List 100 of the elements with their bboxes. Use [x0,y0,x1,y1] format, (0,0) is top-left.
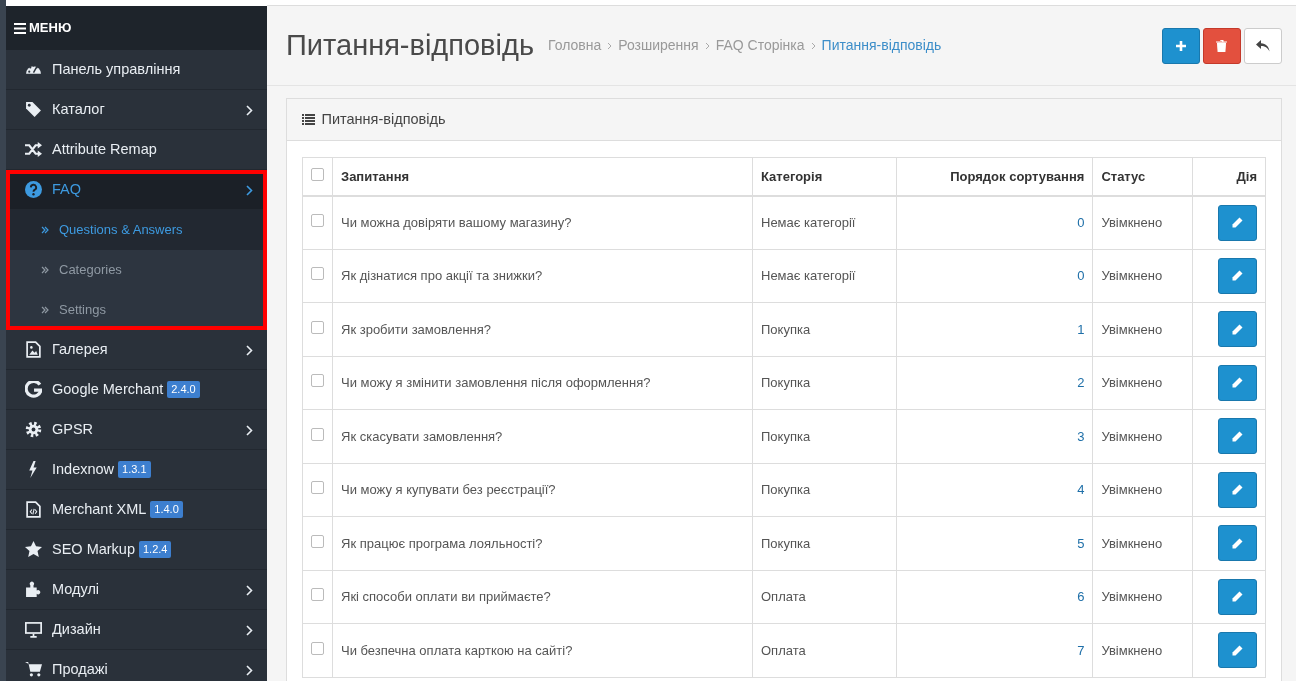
sidebar-item[interactable]: SEO Markup 1.2.4 [6,530,267,570]
row-checkbox[interactable] [311,213,324,227]
row-checkbox[interactable] [311,267,324,280]
breadcrumb-separator-icon [704,42,710,51]
column-header[interactable]: Статус [1092,157,1193,196]
breadcrumb-separator-icon [607,42,613,51]
double-chevron-icon [41,226,49,234]
double-chevron-icon [41,306,49,314]
sidebar-item[interactable]: Галерея [6,330,267,370]
table-cell: 5 [896,516,1093,570]
table-cell: Як працює програма лояльності? [332,516,753,570]
pencil-icon [1232,217,1243,228]
table-cell: 0 [896,195,1093,249]
plus-icon [1174,39,1187,52]
pencil-icon [1232,323,1243,335]
breadcrumb-separator-icon [810,42,816,51]
sidebar-item[interactable]: Каталог [6,90,267,130]
g-letter-icon [25,381,42,398]
tag-icon [25,101,42,118]
question-circle-icon [25,181,42,198]
sidebar-item[interactable]: Модулі [6,570,267,610]
table-cell: Немає категорії [752,249,897,303]
column-header[interactable]: Запитання [332,157,753,196]
sidebar-item[interactable]: Панель управління [6,50,267,90]
back-button[interactable] [1244,27,1282,64]
column-header[interactable]: Порядок сортування [896,157,1093,196]
sidebar-item[interactable]: Google Merchant 2.4.0 [6,370,267,410]
cart-icon [25,661,42,678]
row-checkbox[interactable] [311,320,324,334]
version-badge: 1.2.4 [139,540,172,559]
gear-icon [25,421,42,438]
table-cell: Увімкнено [1092,516,1193,570]
menu-header: МЕНЮ [6,0,267,50]
table-cell: Чи можна довіряти вашому магазину? [332,195,753,249]
table-cell: 1 [896,302,1093,356]
column-header[interactable]: Категорія [752,157,897,196]
star-icon [25,541,42,558]
pencil-icon [1232,430,1243,442]
select-all-checkbox[interactable] [311,167,324,181]
pencil-icon [1232,270,1243,282]
page-title: Питання-відповідь [286,28,534,63]
table-cell: Немає категорії [752,195,897,249]
sidebar-item[interactable]: Дизайн [6,610,267,650]
version-badge: 1.3.1 [118,460,151,479]
add-button[interactable] [1161,27,1200,64]
puzzle-icon [25,581,42,598]
column-header[interactable]: Дія [1192,157,1266,196]
panel-title: Питання-відповідь [321,109,446,129]
pencil-icon [1232,484,1243,496]
code-file-icon [25,501,42,518]
table-cell: Увімкнено [1092,249,1193,303]
table-cell: Покупка [752,463,897,517]
table-cell: Увімкнено [1092,570,1193,624]
table-cell: Увімкнено [1092,463,1193,517]
menu-icon [14,22,26,34]
row-checkbox[interactable] [311,588,324,601]
table-cell: Увімкнено [1092,302,1193,356]
table-cell: 4 [896,463,1093,517]
edit-button[interactable] [1218,471,1257,508]
table-cell: Увімкнено [1092,195,1193,249]
table-cell: Покупка [752,302,897,356]
version-badge: 1.4.0 [150,500,183,519]
edit-button[interactable] [1218,311,1257,348]
trash-icon [1216,39,1228,52]
table-cell: 7 [896,623,1093,677]
edit-button[interactable] [1218,525,1257,562]
edit-button[interactable] [1218,418,1257,455]
edit-button[interactable] [1218,257,1257,294]
row-checkbox[interactable] [311,641,324,655]
double-chevron-icon [41,266,49,274]
sidebar-item[interactable]: Merchant XML 1.4.0 [6,490,267,530]
delete-button[interactable] [1202,27,1241,64]
row-checkbox[interactable] [311,374,324,387]
table-cell: Як дізнатися про акції та знижки? [332,249,753,303]
pencil-icon [1232,537,1243,549]
row-checkbox[interactable] [311,534,324,548]
table-cell: 3 [896,409,1093,463]
table-cell: 6 [896,570,1093,624]
table-cell: Як зробити замовлення? [332,302,753,356]
table-cell: 2 [896,356,1093,410]
table-cell: Чи безпечна оплата карткою на сайті? [332,623,753,677]
edit-button[interactable] [1218,578,1257,615]
edit-button[interactable] [1218,364,1257,401]
pencil-icon [1232,377,1243,389]
pencil-icon [1232,644,1243,656]
table-cell: Увімкнено [1092,409,1193,463]
table-cell: Увімкнено [1092,356,1193,410]
sidebar-item[interactable]: GPSR [6,410,267,450]
edit-button[interactable] [1218,204,1257,241]
row-checkbox[interactable] [311,427,324,441]
pencil-icon [1232,591,1243,603]
table-cell: Чи можу я купувати без реєстрації? [332,463,753,517]
row-checkbox[interactable] [311,481,324,494]
sidebar-item[interactable]: Indexnow 1.3.1 [6,450,267,490]
edit-button[interactable] [1218,632,1257,669]
table-cell: Оплата [752,623,897,677]
monitor-icon [25,621,42,638]
table-cell: Оплата [752,570,897,624]
table-cell: Покупка [752,516,897,570]
table-cell: Увімкнено [1092,623,1193,677]
